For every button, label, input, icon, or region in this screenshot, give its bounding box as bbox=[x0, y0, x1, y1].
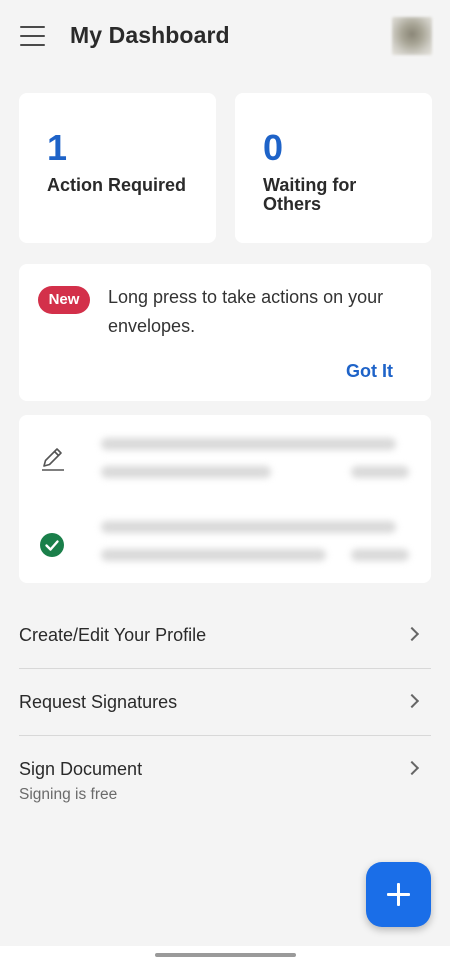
menu-item-subtitle: Signing is free bbox=[19, 786, 118, 803]
action-required-label: Action Required bbox=[47, 175, 187, 195]
action-required-count: 1 bbox=[47, 127, 68, 168]
menu-item-label: Sign Document bbox=[19, 759, 143, 779]
recent-envelopes-card bbox=[19, 415, 431, 583]
envelope-title-redacted bbox=[101, 438, 396, 450]
got-it-button[interactable]: Got It bbox=[346, 361, 393, 382]
chevron-right-icon bbox=[404, 760, 420, 776]
envelope-title-redacted bbox=[101, 521, 396, 533]
chevron-right-icon bbox=[404, 626, 420, 642]
avatar[interactable] bbox=[392, 17, 432, 55]
envelope-subtitle-redacted bbox=[101, 466, 271, 478]
waiting-for-others-count: 0 bbox=[263, 127, 284, 168]
action-required-card[interactable]: 1 Action Required bbox=[19, 93, 216, 243]
sign-document-item[interactable]: Sign Document Signing is free bbox=[19, 737, 431, 812]
menu-item-label: Create/Edit Your Profile bbox=[19, 625, 207, 645]
top-app-bar: My Dashboard bbox=[0, 0, 450, 72]
request-signatures-item[interactable]: Request Signatures bbox=[19, 670, 431, 736]
envelope-subtitle-redacted bbox=[101, 549, 326, 561]
menu-item-label: Request Signatures bbox=[19, 692, 178, 712]
envelope-item[interactable] bbox=[19, 503, 431, 583]
envelope-item[interactable] bbox=[19, 420, 431, 500]
chevron-right-icon bbox=[404, 693, 420, 709]
hamburger-menu-icon[interactable] bbox=[20, 26, 46, 47]
tip-card: New Long press to take actions on your e… bbox=[19, 264, 431, 401]
add-button[interactable] bbox=[366, 862, 431, 927]
new-badge: New bbox=[38, 286, 90, 314]
check-circle-icon bbox=[40, 533, 64, 557]
home-indicator[interactable] bbox=[155, 953, 296, 957]
pencil-icon bbox=[42, 448, 64, 471]
waiting-for-others-label: Waiting for Others bbox=[263, 175, 357, 214]
system-navigation-bar bbox=[0, 946, 450, 965]
tip-text: Long press to take actions on your envel… bbox=[108, 287, 384, 336]
plus-icon bbox=[397, 883, 400, 906]
waiting-for-others-card[interactable]: 0 Waiting for Others bbox=[235, 93, 432, 243]
create-edit-profile-item[interactable]: Create/Edit Your Profile bbox=[19, 603, 431, 669]
envelope-date-redacted bbox=[351, 549, 409, 561]
envelope-date-redacted bbox=[351, 466, 409, 478]
page-title: My Dashboard bbox=[70, 22, 230, 48]
